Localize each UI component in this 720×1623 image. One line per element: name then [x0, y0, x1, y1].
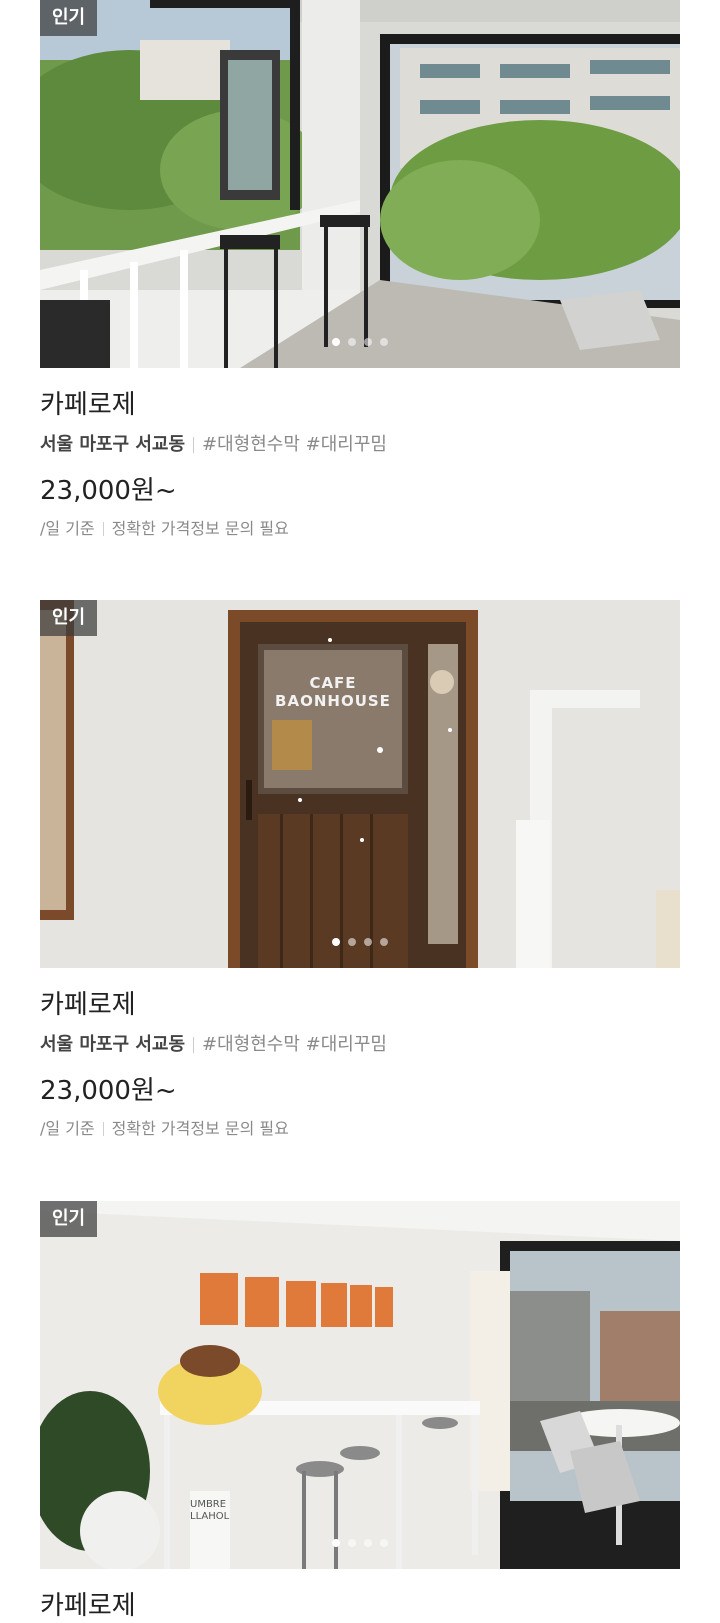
popular-badge: 인기 [40, 1201, 98, 1237]
price-unit: /일 기준 [40, 1119, 95, 1138]
listing-title: 카페로제 [40, 1591, 136, 1621]
listing-title: 카페로제 [40, 990, 136, 1020]
divider [102, 1122, 104, 1136]
carousel-dot[interactable] [332, 338, 340, 346]
carousel-dot[interactable] [380, 938, 388, 946]
carousel-dot[interactable] [332, 1539, 340, 1547]
carousel-dot[interactable] [364, 1539, 372, 1547]
carousel-dot[interactable] [364, 938, 372, 946]
popular-badge: 인기 [40, 0, 98, 36]
listing-photo [40, 600, 680, 968]
listing-location: 서울 마포구 서교동 [40, 1034, 186, 1055]
listing-card-1[interactable]: 인기 카페로제 서울 마포구 서교동 #대형현수막 #대리꾸밈 23,000원~… [40, 0, 680, 540]
listing-photo [40, 0, 680, 368]
listing-tags: #대형현수막 #대리꾸밈 [202, 1034, 387, 1055]
listing-location: 서울 마포구 서교동 [40, 434, 186, 455]
door-sign-text: CAFE BAONHOUSE [275, 674, 391, 710]
listing-photo-carousel[interactable]: 인기 UMBRELLAHOL [40, 1201, 680, 1569]
listing-price: 23,000원~ [40, 476, 177, 506]
divider [193, 437, 195, 453]
carousel-dot[interactable] [380, 1539, 388, 1547]
listing-meta: 서울 마포구 서교동 #대형현수막 #대리꾸밈 [40, 432, 680, 458]
listing-photo-carousel[interactable]: 인기 [40, 0, 680, 368]
carousel-indicator [40, 338, 680, 346]
listing-photo-carousel[interactable]: 인기 CAFE BAONHOUSE [40, 600, 680, 968]
carousel-dot[interactable] [348, 1539, 356, 1547]
divider [193, 1037, 195, 1053]
carousel-indicator [40, 1539, 680, 1547]
carousel-dot[interactable] [332, 938, 340, 946]
price-unit: /일 기준 [40, 519, 95, 538]
popular-badge: 인기 [40, 600, 98, 636]
carousel-dot[interactable] [348, 338, 356, 346]
carousel-dot[interactable] [364, 338, 372, 346]
listing-price: 23,000원~ [40, 1076, 177, 1106]
umbrella-stand-text: UMBRELLAHOL [190, 1499, 230, 1522]
listing-price-note: /일 기준 정확한 가격정보 문의 필요 [40, 1118, 680, 1140]
listing-tags: #대형현수막 #대리꾸밈 [202, 434, 387, 455]
price-disclaimer: 정확한 가격정보 문의 필요 [111, 1119, 289, 1138]
listing-price-note: /일 기준 정확한 가격정보 문의 필요 [40, 518, 680, 540]
carousel-dot[interactable] [380, 338, 388, 346]
listing-title: 카페로제 [40, 390, 136, 420]
listing-meta: 서울 마포구 서교동 #대형현수막 #대리꾸밈 [40, 1032, 680, 1058]
listing-photo [40, 1201, 680, 1569]
divider [102, 522, 104, 536]
price-disclaimer: 정확한 가격정보 문의 필요 [111, 519, 289, 538]
carousel-dot[interactable] [348, 938, 356, 946]
carousel-indicator [40, 938, 680, 946]
listing-card-3[interactable]: 인기 UMBRELLAHOL 카페로제 [40, 1201, 680, 1623]
listing-card-2[interactable]: 인기 CAFE BAONHOUSE 카페로제 서울 마포구 서교동 #대형현수막… [40, 600, 680, 1140]
